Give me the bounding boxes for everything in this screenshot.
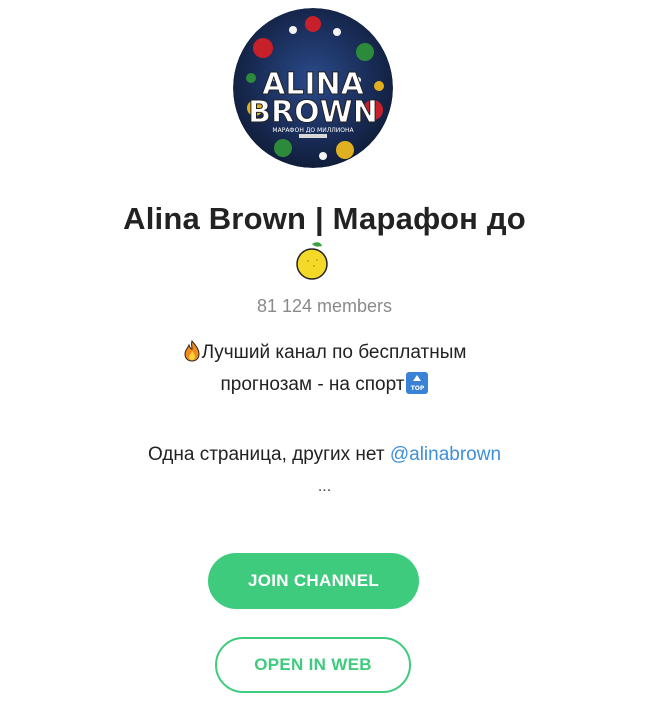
channel-preview-page: ALINA BROWN МАРАФОН ДО МИЛЛИОНА Alina Br… [0, 0, 649, 706]
open-in-web-button[interactable]: OPEN IN WEB [215, 637, 411, 693]
top-arrow-icon: TOP [406, 372, 429, 394]
channel-avatar: ALINA BROWN МАРАФОН ДО МИЛЛИОНА [233, 8, 393, 168]
join-channel-button[interactable]: JOIN CHANNEL [208, 553, 419, 609]
description-line-1: Лучший канал по бесплатным [0, 340, 649, 364]
description-line-2: прогнозам - на спорт TOP [0, 372, 649, 396]
description-line-3: Одна страница, других нет @alinabrown [0, 444, 649, 466]
fire-icon [184, 340, 200, 362]
description-text-3: Одна страница, других нет [147, 444, 390, 465]
description-text-2: прогнозам - на спорт [220, 374, 405, 395]
avatar-image: ALINA BROWN МАРАФОН ДО МИЛЛИОНА [233, 8, 393, 168]
description-text-1: Лучший канал по бесплатным [201, 342, 467, 363]
channel-username-link[interactable]: @alinabrown [390, 444, 501, 465]
lemon-icon [296, 242, 328, 280]
avatar-text-line2: BROWN [248, 95, 378, 130]
channel-title: Alina Brown | Марафон до [123, 201, 526, 236]
member-count: 81 124 members [256, 296, 393, 316]
description-more-ellipsis[interactable]: ... [0, 478, 649, 496]
avatar-text-subtitle: МАРАФОН ДО МИЛЛИОНА [272, 127, 354, 134]
